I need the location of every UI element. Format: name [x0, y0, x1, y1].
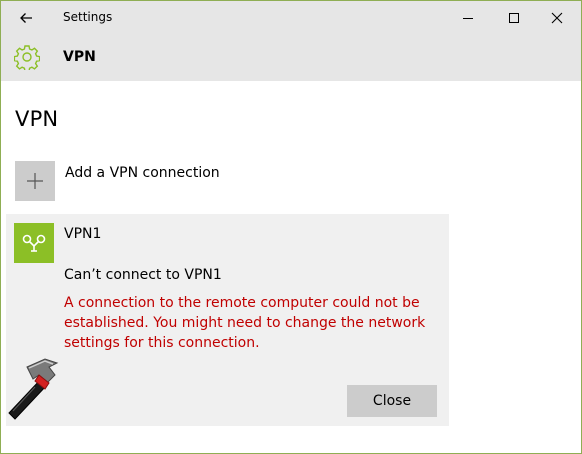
title-bar: Settings [1, 1, 581, 34]
window-title: Settings [63, 10, 113, 24]
vpn-error-message: A connection to the remote computer coul… [64, 295, 426, 351]
maximize-button[interactable] [494, 1, 534, 34]
add-tile [15, 161, 55, 201]
minimize-button[interactable] [448, 1, 488, 34]
page-title: VPN [15, 107, 59, 131]
add-vpn-connection-button[interactable]: Add a VPN connection [15, 161, 335, 203]
close-icon [551, 12, 563, 23]
add-vpn-connection-label: Add a VPN connection [65, 165, 220, 181]
back-button[interactable] [11, 5, 41, 31]
page-header: VPN [1, 34, 581, 81]
vpn-icon [22, 234, 46, 252]
settings-window: Settings VPN VPN Add a VPN connection VP… [0, 0, 582, 454]
close-window-button[interactable] [537, 1, 577, 34]
maximize-icon [509, 12, 519, 23]
plus-icon [27, 173, 43, 189]
vpn-name: VPN1 [64, 226, 102, 242]
vpn-tile [14, 223, 54, 263]
hammer-logo-icon [8, 358, 59, 420]
back-arrow-icon [20, 13, 32, 23]
minimize-icon [463, 17, 473, 19]
vpn-status-text: Can’t connect to VPN1 [64, 267, 222, 283]
close-button[interactable]: Close [347, 385, 437, 417]
gear-icon [14, 45, 40, 70]
header-title: VPN [63, 49, 96, 65]
